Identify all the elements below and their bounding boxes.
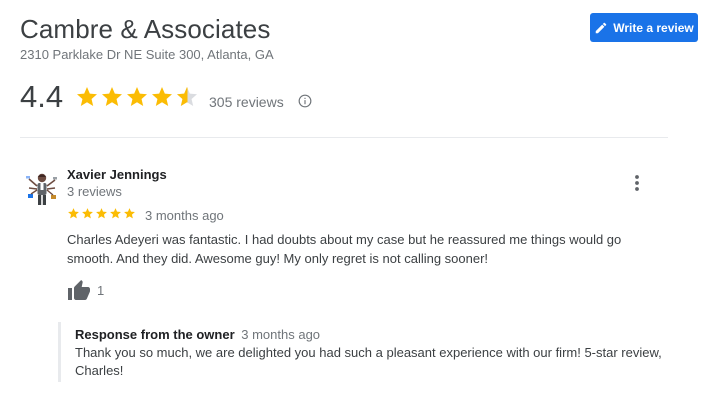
review-text: Charles Adeyeri was fantastic. I had dou…: [67, 232, 622, 266]
owner-response-text: Thank you so much, we are delighted you …: [75, 345, 662, 378]
star-icon: [150, 85, 174, 114]
reviewer-review-count: 3 reviews: [67, 184, 122, 199]
owner-response-header: Response from the owner 3 months ago: [75, 327, 320, 342]
reviewer-name[interactable]: Xavier Jennings: [67, 167, 167, 182]
star-icon: [67, 207, 80, 225]
like-button[interactable]: [67, 279, 91, 306]
star-icon: [81, 207, 94, 225]
write-review-label: Write a review: [613, 20, 694, 35]
star-icon: [123, 207, 136, 225]
star-icon: [100, 85, 124, 114]
business-address: 2310 Parklake Dr NE Suite 300, Atlanta, …: [20, 47, 274, 62]
star-half-icon: [175, 85, 199, 114]
owner-response: Response from the owner 3 months ago Tha…: [58, 322, 668, 382]
review-time: 3 months ago: [145, 208, 224, 223]
owner-response-label: Response from the owner: [75, 327, 235, 342]
star-icon: [125, 85, 149, 114]
like-count: 1: [97, 283, 105, 298]
review-stars: [67, 207, 136, 225]
rating-value: 4.4: [20, 79, 64, 114]
write-review-button[interactable]: Write a review: [590, 13, 698, 42]
pencil-icon: [594, 21, 608, 35]
business-name: Cambre & Associates: [20, 14, 271, 44]
avatar[interactable]: [24, 170, 60, 208]
divider: [20, 137, 668, 138]
star-icon: [75, 85, 99, 114]
star-icon: [95, 207, 108, 225]
owner-response-time: 3 months ago: [241, 327, 321, 342]
review-count[interactable]: 305 reviews: [209, 94, 284, 110]
star-icon: [109, 207, 122, 225]
more-vert-icon[interactable]: [631, 174, 643, 192]
rating-stars: [75, 85, 199, 114]
thumb-up-icon: [67, 280, 91, 305]
info-icon[interactable]: [298, 94, 312, 113]
